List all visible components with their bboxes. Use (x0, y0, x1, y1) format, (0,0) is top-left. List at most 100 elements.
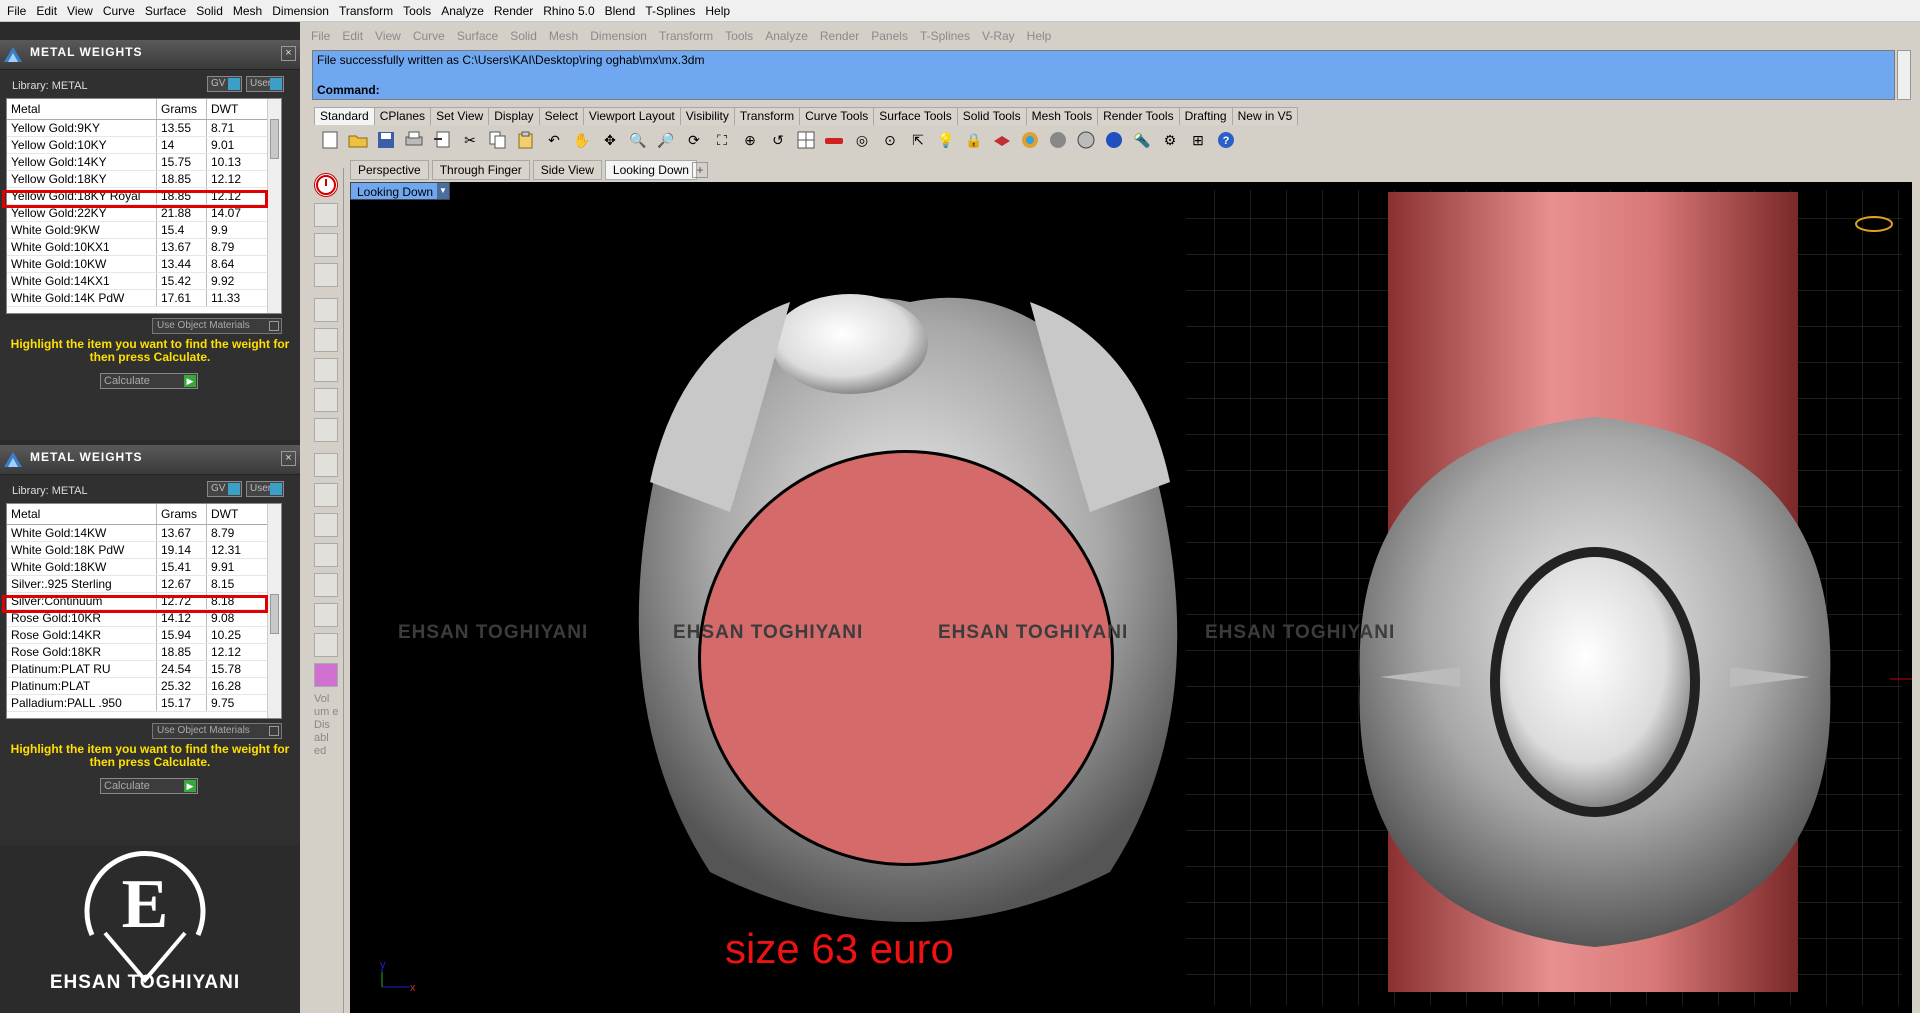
toolbar-tab-set-view[interactable]: Set View (430, 107, 490, 125)
toolbar-tab-transform[interactable]: Transform (733, 107, 801, 125)
radius-icon[interactable] (314, 543, 338, 567)
rhino-menu-item-view[interactable]: View (372, 29, 410, 43)
close-icon[interactable]: × (281, 46, 296, 61)
new-file-icon[interactable] (318, 128, 342, 152)
rhino-menu-item-v-ray[interactable]: V-Ray (979, 29, 1024, 43)
menu-item-render[interactable]: Render (491, 4, 540, 18)
ortho-icon[interactable] (314, 513, 338, 537)
rhino-menu-item-panels[interactable]: Panels (868, 29, 917, 43)
box-front-icon[interactable] (314, 358, 338, 382)
help-icon[interactable]: ? (1214, 128, 1238, 152)
rhino-menu-item-edit[interactable]: Edit (339, 29, 372, 43)
menu-item-transform[interactable]: Transform (336, 4, 400, 18)
cursor-icon[interactable] (314, 633, 338, 657)
dimension-icon[interactable] (314, 453, 338, 477)
rhino-menu-item-t-splines[interactable]: T-Splines (917, 29, 979, 43)
command-prompt[interactable]: Command: (313, 82, 1894, 99)
toolbar-tab-mesh-tools[interactable]: Mesh Tools (1025, 107, 1099, 125)
viewport-tab-through-finger[interactable]: Through Finger (431, 160, 530, 180)
toolbar-tab-standard[interactable]: Standard (314, 107, 375, 125)
named-view-icon[interactable]: ◎ (850, 128, 874, 152)
toolbar-tab-viewport-layout[interactable]: Viewport Layout (582, 107, 681, 125)
viewport-title-dropdown[interactable]: Looking Down ▼ (350, 182, 450, 200)
open-folder-icon[interactable] (346, 128, 370, 152)
toolbar-tab-render-tools[interactable]: Render Tools (1097, 107, 1180, 125)
menu-item-analyze[interactable]: Analyze (438, 4, 491, 18)
undo-view-icon[interactable]: ↺ (766, 128, 790, 152)
vray-icon[interactable]: 🔦 (1130, 128, 1154, 152)
table-row[interactable]: White Gold:10KX1 13.67 8.79 (7, 239, 281, 256)
viewport-tab-side-view[interactable]: Side View (532, 160, 602, 180)
gv-toggle[interactable]: GV (207, 481, 242, 497)
menu-item-view[interactable]: View (64, 4, 100, 18)
table-row[interactable]: Yellow Gold:14KY 15.75 10.13 (7, 154, 281, 171)
rhino-menu-item-help[interactable]: Help (1024, 29, 1061, 43)
import-icon[interactable] (430, 128, 454, 152)
menu-item-surface[interactable]: Surface (142, 4, 193, 18)
table-row[interactable]: White Gold:9KW 15.4 9.9 (7, 222, 281, 239)
rhino-menu-item-analyze[interactable]: Analyze (762, 29, 817, 43)
menu-item-mesh[interactable]: Mesh (230, 4, 269, 18)
cplane-icon[interactable]: ⊙ (878, 128, 902, 152)
axis-icon[interactable] (314, 298, 338, 322)
toolbar-tab-select[interactable]: Select (538, 107, 584, 125)
toolbar-tab-cplanes[interactable]: CPlanes (373, 107, 432, 125)
table-row[interactable]: White Gold:14KW 13.67 8.79 (7, 525, 281, 542)
zoom-icon[interactable]: 🔍 (626, 128, 650, 152)
box-icon[interactable] (314, 328, 338, 352)
brush-icon[interactable] (314, 483, 338, 507)
table-row[interactable]: White Gold:14K PdW 17.61 11.33 (7, 290, 281, 307)
table-row[interactable]: Rose Gold:14KR 15.94 10.25 (7, 627, 281, 644)
menu-item-tools[interactable]: Tools (400, 4, 438, 18)
menu-item-help[interactable]: Help (702, 4, 737, 18)
save-icon[interactable] (374, 128, 398, 152)
command-scrollbar[interactable] (1897, 50, 1911, 100)
table-scrollbar[interactable] (267, 504, 281, 718)
menu-item-blend[interactable]: Blend (602, 4, 643, 18)
calculate-button[interactable]: Calculate ▶ (100, 778, 198, 794)
zoom-extents-icon[interactable]: ⛶ (710, 128, 734, 152)
gumball-icon[interactable] (314, 263, 338, 287)
table-row[interactable]: White Gold:18K PdW 19.14 12.31 (7, 542, 281, 559)
flower-icon[interactable] (314, 663, 338, 687)
select-icon[interactable]: ⇱ (906, 128, 930, 152)
rhino-menu-item-surface[interactable]: Surface (454, 29, 507, 43)
table-row[interactable]: Silver:.925 Sterling 12.67 8.15 (7, 576, 281, 593)
toolbar-tab-solid-tools[interactable]: Solid Tools (956, 107, 1027, 125)
menu-item-rhino-5-0[interactable]: Rhino 5.0 (540, 4, 601, 18)
render-sphere-icon[interactable] (1102, 128, 1126, 152)
toolbar-tab-visibility[interactable]: Visibility (679, 107, 735, 125)
calculate-button[interactable]: Calculate ▶ (100, 373, 198, 389)
rhino-menu-item-file[interactable]: File (308, 29, 339, 43)
cut-icon[interactable]: ✂ (458, 128, 482, 152)
toolbar-tab-drafting[interactable]: Drafting (1178, 107, 1233, 125)
rhino-menu-item-transform[interactable]: Transform (656, 29, 722, 43)
copy-icon[interactable] (486, 128, 510, 152)
color-wheel-icon[interactable] (1018, 128, 1042, 152)
looking-down-viewport[interactable]: y x EHSAN TOGHIYANI EHSAN TOGHIYANI EHSA… (350, 182, 1912, 1013)
table-row[interactable]: Rose Gold:18KR 18.85 12.12 (7, 644, 281, 661)
table-row[interactable]: White Gold:18KW 15.41 9.91 (7, 559, 281, 576)
add-viewport-icon[interactable]: + (692, 162, 708, 178)
table-row[interactable]: Platinum:PLAT 25.32 16.28 (7, 678, 281, 695)
car-icon[interactable] (822, 128, 846, 152)
rhino-menu-item-render[interactable]: Render (817, 29, 868, 43)
menu-item-curve[interactable]: Curve (100, 4, 142, 18)
move-view-icon[interactable]: ✥ (598, 128, 622, 152)
rhino-menu-item-tools[interactable]: Tools (722, 29, 762, 43)
lock-icon[interactable]: 🔒 (962, 128, 986, 152)
use-object-materials-dropdown[interactable]: Use Object Materials (152, 318, 282, 334)
viewport-icon[interactable] (314, 603, 338, 627)
toolbar-tab-curve-tools[interactable]: Curve Tools (799, 107, 875, 125)
rhino-menu-item-mesh[interactable]: Mesh (546, 29, 587, 43)
toolbar-tab-display[interactable]: Display (488, 107, 540, 125)
undo-icon[interactable]: ↶ (542, 128, 566, 152)
menu-item-t-splines[interactable]: T-Splines (642, 4, 702, 18)
rhino-menu-item-dimension[interactable]: Dimension (587, 29, 656, 43)
stop-icon[interactable] (314, 173, 338, 197)
zoom-selected-icon[interactable]: ⊕ (738, 128, 762, 152)
table-row[interactable]: Yellow Gold:9KY 13.55 8.71 (7, 120, 281, 137)
menu-item-dimension[interactable]: Dimension (269, 4, 336, 18)
viewport-layout-icon[interactable] (794, 128, 818, 152)
menu-item-edit[interactable]: Edit (33, 4, 64, 18)
